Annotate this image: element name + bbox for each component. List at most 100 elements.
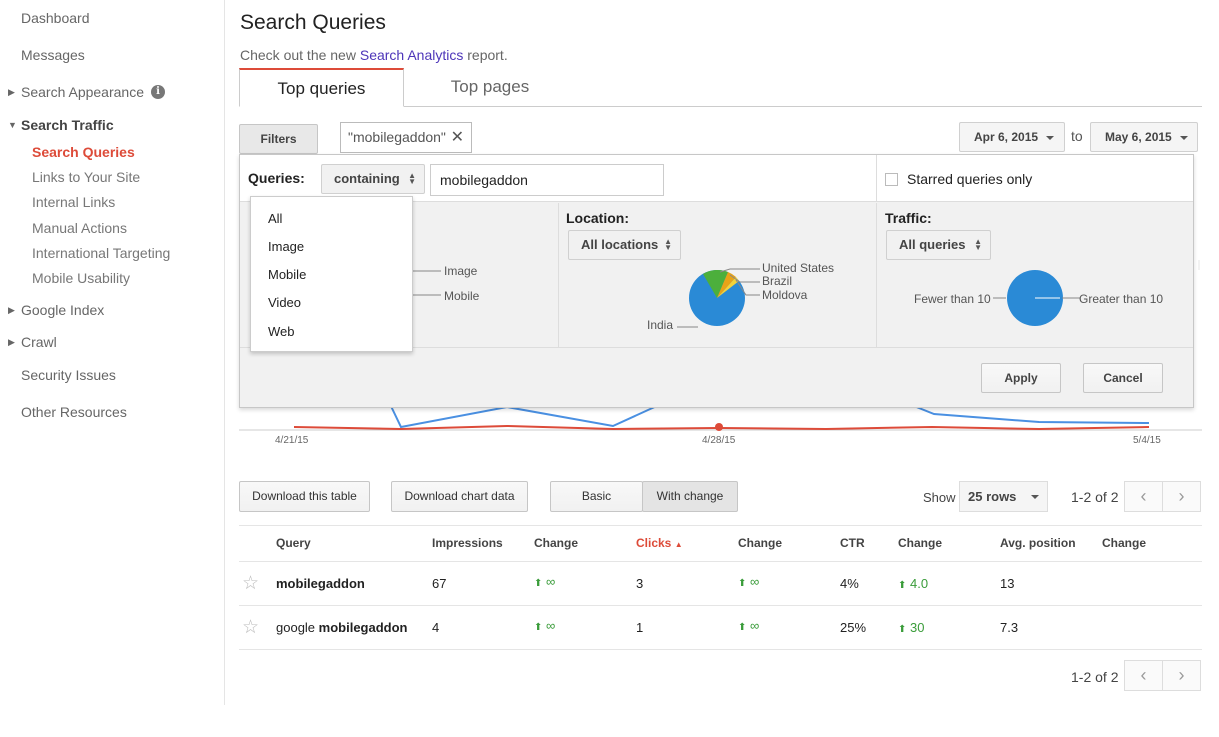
pie-label-brazil: Brazil xyxy=(762,274,793,288)
filter-chip[interactable]: "mobilegaddon" ✕ xyxy=(340,122,472,153)
pie-label-image: Image xyxy=(444,264,478,278)
sidebar-item-label: Google Index xyxy=(21,302,105,318)
ctr-cell: 4% xyxy=(840,576,859,591)
col-header-ctr-change[interactable]: Change xyxy=(898,536,942,550)
rows-select[interactable]: 25 rows xyxy=(959,481,1048,512)
query-cell[interactable]: google mobilegaddon xyxy=(276,620,408,635)
basic-view-button[interactable]: Basic xyxy=(550,481,643,512)
pie-label-moldova: Moldova xyxy=(762,288,808,302)
chart-x-tick: 5/4/15 xyxy=(1133,435,1161,446)
tab-bar: Top queries Top pages xyxy=(239,68,1202,107)
sidebar-item-search-queries[interactable]: Search Queries xyxy=(32,144,135,160)
col-header-clicks[interactable]: Clicks ▲ xyxy=(636,536,683,550)
sidebar-item-international-targeting[interactable]: International Targeting xyxy=(32,245,170,261)
search-type-dropdown: All Image Mobile Video Web xyxy=(250,196,413,352)
info-icon[interactable]: i xyxy=(150,85,165,99)
dropdown-option-all[interactable]: All xyxy=(268,211,282,226)
date-from-select[interactable]: Apr 6, 2015 xyxy=(959,122,1065,152)
ctr-change-cell: ⬆ 4.0 xyxy=(898,576,928,591)
impressions-cell: 67 xyxy=(432,576,447,591)
next-page-button-bottom[interactable]: › xyxy=(1162,660,1201,691)
caret-down-icon xyxy=(1046,135,1055,140)
sidebar-item-security-issues[interactable]: Security Issues xyxy=(21,367,116,383)
query-input[interactable]: mobilegaddon xyxy=(430,164,664,196)
sidebar-item-internal-links[interactable]: Internal Links xyxy=(32,194,115,210)
sidebar-item-links-to-your-site[interactable]: Links to Your Site xyxy=(32,169,140,185)
sidebar-item-search-appearance[interactable]: ▶ Search Appearance i xyxy=(8,84,165,100)
dropdown-option-image[interactable]: Image xyxy=(268,239,304,254)
cancel-button[interactable]: Cancel xyxy=(1083,363,1163,393)
sidebar-item-label: Search Traffic xyxy=(21,117,114,133)
dropdown-option-video[interactable]: Video xyxy=(268,295,301,310)
col-header-avg-position[interactable]: Avg. position xyxy=(1000,536,1076,550)
col-header-query[interactable]: Query xyxy=(276,536,311,550)
download-table-button[interactable]: Download this table xyxy=(239,481,370,512)
apply-button[interactable]: Apply xyxy=(981,363,1061,393)
sidebar-item-search-traffic[interactable]: ▼ Search Traffic xyxy=(8,117,114,133)
sort-up-icon: ▲ xyxy=(674,540,683,549)
col-header-clicks-label: Clicks xyxy=(636,536,672,550)
download-chart-button[interactable]: Download chart data xyxy=(391,481,528,512)
divider xyxy=(239,605,1202,606)
dropdown-option-web[interactable]: Web xyxy=(268,324,295,339)
sidebar-item-google-index[interactable]: ▶ Google Index xyxy=(8,302,104,318)
location-select-value: All locations xyxy=(581,237,659,252)
col-header-position-change[interactable]: Change xyxy=(1102,536,1146,550)
dropdown-option-mobile[interactable]: Mobile xyxy=(268,267,306,282)
sidebar-item-dashboard[interactable]: Dashboard xyxy=(21,10,90,26)
location-select[interactable]: All locations ▲ ▼ xyxy=(568,230,681,260)
filters-button[interactable]: Filters xyxy=(239,124,318,154)
divider xyxy=(876,203,877,348)
date-to-select[interactable]: May 6, 2015 xyxy=(1090,122,1198,152)
sidebar-item-messages[interactable]: Messages xyxy=(21,47,85,63)
sidebar-item-mobile-usability[interactable]: Mobile Usability xyxy=(32,270,130,286)
next-page-button[interactable]: › xyxy=(1162,481,1201,512)
traffic-select[interactable]: All queries ▲ ▼ xyxy=(886,230,991,260)
updown-icon: ▲ ▼ xyxy=(408,171,416,186)
tab-top-queries[interactable]: Top queries xyxy=(239,68,404,107)
star-icon[interactable]: ☆ xyxy=(242,572,259,595)
chart-x-tick: 4/28/15 xyxy=(702,435,736,446)
query-cell[interactable]: mobilegaddon xyxy=(276,576,365,591)
star-icon[interactable]: ☆ xyxy=(242,616,259,639)
tab-top-pages[interactable]: Top pages xyxy=(405,68,575,107)
arrow-up-icon: ⬆ xyxy=(898,580,907,591)
impressions-change-cell: ⬆ ∞ xyxy=(534,618,555,633)
starred-checkbox[interactable] xyxy=(885,173,898,186)
clicks-cell: 3 xyxy=(636,576,644,591)
sidebar-item-crawl[interactable]: ▶ Crawl xyxy=(8,334,57,350)
divider xyxy=(239,561,1202,562)
col-header-impressions[interactable]: Impressions xyxy=(432,536,503,550)
ctr-change-cell: ⬆ 30 xyxy=(898,620,924,635)
sidebar-item-manual-actions[interactable]: Manual Actions xyxy=(32,220,127,236)
pager-count: 1-2 of 2 xyxy=(1071,489,1119,505)
position-cell: 7.3 xyxy=(1000,620,1019,635)
close-icon[interactable]: ✕ xyxy=(451,123,464,152)
prev-page-button-bottom[interactable]: ‹ xyxy=(1124,660,1163,691)
updown-icon: ▲ ▼ xyxy=(974,237,982,252)
sidebar-item-other-resources[interactable]: Other Resources xyxy=(21,404,127,420)
arrow-up-icon: ⬆ xyxy=(738,578,747,589)
pie-label-greater-than-10: Greater than 10 xyxy=(1079,292,1164,306)
date-to-value: May 6, 2015 xyxy=(1105,130,1172,144)
col-header-clicks-change[interactable]: Change xyxy=(738,536,782,550)
arrow-up-icon: ⬆ xyxy=(738,622,747,633)
col-header-ctr[interactable]: CTR xyxy=(840,536,865,550)
updown-icon: ▲ ▼ xyxy=(664,237,672,252)
divider xyxy=(239,525,1202,526)
pie-label-india: India xyxy=(647,318,674,332)
divider xyxy=(558,203,559,348)
impressions-change-cell: ⬆ ∞ xyxy=(534,574,555,589)
pie-label-mobile: Mobile xyxy=(444,289,480,303)
query-match-select[interactable]: containing ▲ ▼ xyxy=(321,164,425,194)
search-analytics-link[interactable]: Search Analytics xyxy=(360,47,464,63)
col-header-impressions-change[interactable]: Change xyxy=(534,536,578,550)
prev-page-button[interactable]: ‹ xyxy=(1124,481,1163,512)
divider xyxy=(876,155,877,202)
change-value: ∞ xyxy=(546,574,556,589)
ctr-cell: 25% xyxy=(840,620,867,635)
divider xyxy=(239,649,1202,650)
subtitle-prefix: Check out the new xyxy=(240,47,360,63)
query-term: mobilegaddon xyxy=(276,576,365,591)
with-change-view-button[interactable]: With change xyxy=(642,481,738,512)
